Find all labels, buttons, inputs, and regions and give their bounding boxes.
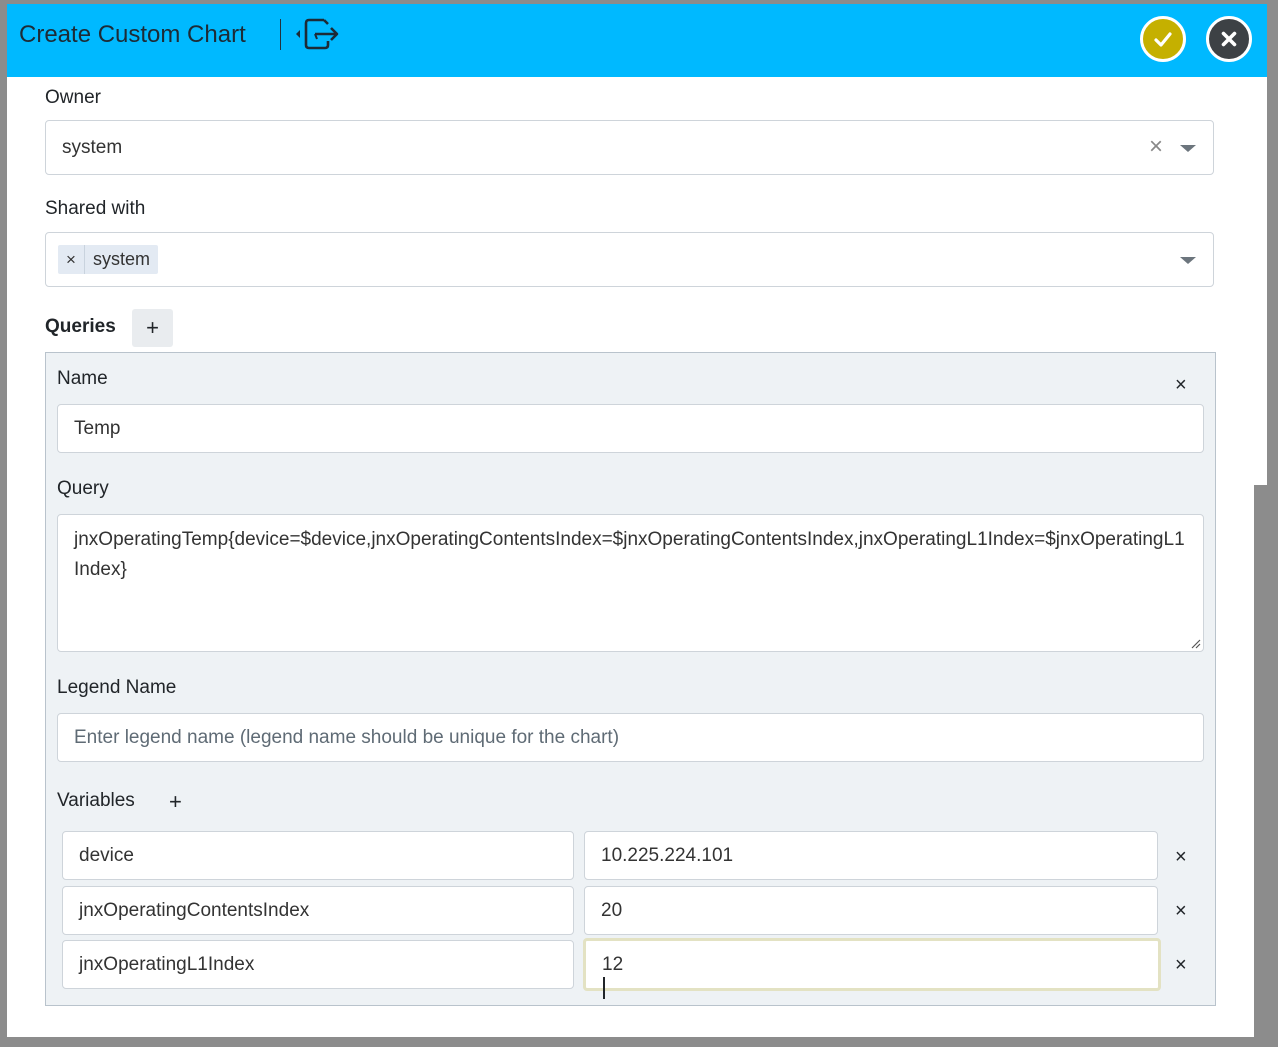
variable-value: 20 bbox=[601, 900, 623, 921]
variable-name: jnxOperatingL1Index bbox=[79, 954, 255, 975]
variable-name-input[interactable]: jnxOperatingL1Index bbox=[62, 940, 574, 989]
remove-variable-button[interactable]: × bbox=[1175, 901, 1187, 921]
chip-label: system bbox=[93, 249, 151, 269]
header-divider bbox=[280, 19, 281, 50]
variable-name: device bbox=[79, 845, 134, 866]
variable-value-input[interactable]: 20 bbox=[584, 886, 1158, 935]
confirm-button[interactable] bbox=[1140, 16, 1186, 62]
variable-value: 12 bbox=[602, 954, 624, 975]
add-variable-button[interactable]: + bbox=[169, 791, 182, 813]
close-button[interactable] bbox=[1206, 16, 1252, 62]
remove-query-button[interactable]: × bbox=[1175, 375, 1187, 395]
check-icon bbox=[1154, 32, 1172, 47]
shared-with-chip: × system bbox=[58, 245, 159, 274]
text-cursor bbox=[603, 977, 605, 999]
export-icon bbox=[296, 18, 339, 50]
remove-variable-button[interactable]: × bbox=[1175, 847, 1187, 867]
dialog-title: Create Custom Chart bbox=[19, 21, 246, 48]
variable-name: jnxOperatingContentsIndex bbox=[79, 900, 310, 921]
remove-variable-button[interactable]: × bbox=[1175, 955, 1187, 975]
variable-value-input-focused[interactable]: 12 bbox=[583, 938, 1161, 999]
shared-with-select[interactable]: × system bbox=[45, 232, 1214, 287]
variable-value-input[interactable]: 10.225.224.101 bbox=[584, 831, 1158, 880]
query-name-label: Name bbox=[57, 368, 108, 389]
variable-name-input[interactable]: device bbox=[62, 831, 574, 880]
query-name-value: Temp bbox=[74, 418, 121, 439]
shared-with-label: Shared with bbox=[45, 198, 146, 219]
legend-name-input[interactable]: Enter legend name (legend name should be… bbox=[57, 713, 1204, 762]
query-textarea[interactable]: jnxOperatingTemp{device=$device,jnxOpera… bbox=[57, 514, 1204, 652]
queries-label: Queries bbox=[45, 316, 116, 337]
owner-label: Owner bbox=[45, 87, 101, 108]
resize-grip-icon[interactable] bbox=[1189, 637, 1201, 649]
add-query-button[interactable]: + bbox=[132, 309, 173, 347]
legend-name-placeholder: Enter legend name (legend name should be… bbox=[74, 727, 620, 748]
dialog-header: Create Custom Chart bbox=[7, 4, 1267, 77]
variable-value: 10.225.224.101 bbox=[601, 845, 734, 866]
chevron-down-icon[interactable] bbox=[1180, 145, 1196, 152]
create-custom-chart-dialog: Create Custom Chart Owner system × Share… bbox=[7, 4, 1267, 1037]
query-item: Name × Temp Query jnxOperatingTemp{devic… bbox=[45, 352, 1216, 1006]
chip-remove-button[interactable]: × bbox=[58, 245, 85, 274]
variable-name-input[interactable]: jnxOperatingContentsIndex bbox=[62, 886, 574, 935]
query-name-input[interactable]: Temp bbox=[57, 404, 1204, 453]
variables-label: Variables bbox=[57, 790, 135, 811]
legend-name-label: Legend Name bbox=[57, 677, 177, 698]
owner-selected-value: system bbox=[62, 137, 123, 158]
query-text: jnxOperatingTemp{device=$device,jnxOpera… bbox=[74, 529, 1185, 580]
close-icon bbox=[1221, 31, 1237, 47]
chevron-down-icon[interactable] bbox=[1180, 257, 1196, 264]
query-label: Query bbox=[57, 478, 109, 499]
scrollbar-thumb[interactable] bbox=[1254, 485, 1267, 1037]
owner-clear-button[interactable]: × bbox=[1149, 133, 1163, 161]
owner-select[interactable]: system × bbox=[45, 120, 1214, 175]
export-button[interactable] bbox=[291, 16, 343, 52]
